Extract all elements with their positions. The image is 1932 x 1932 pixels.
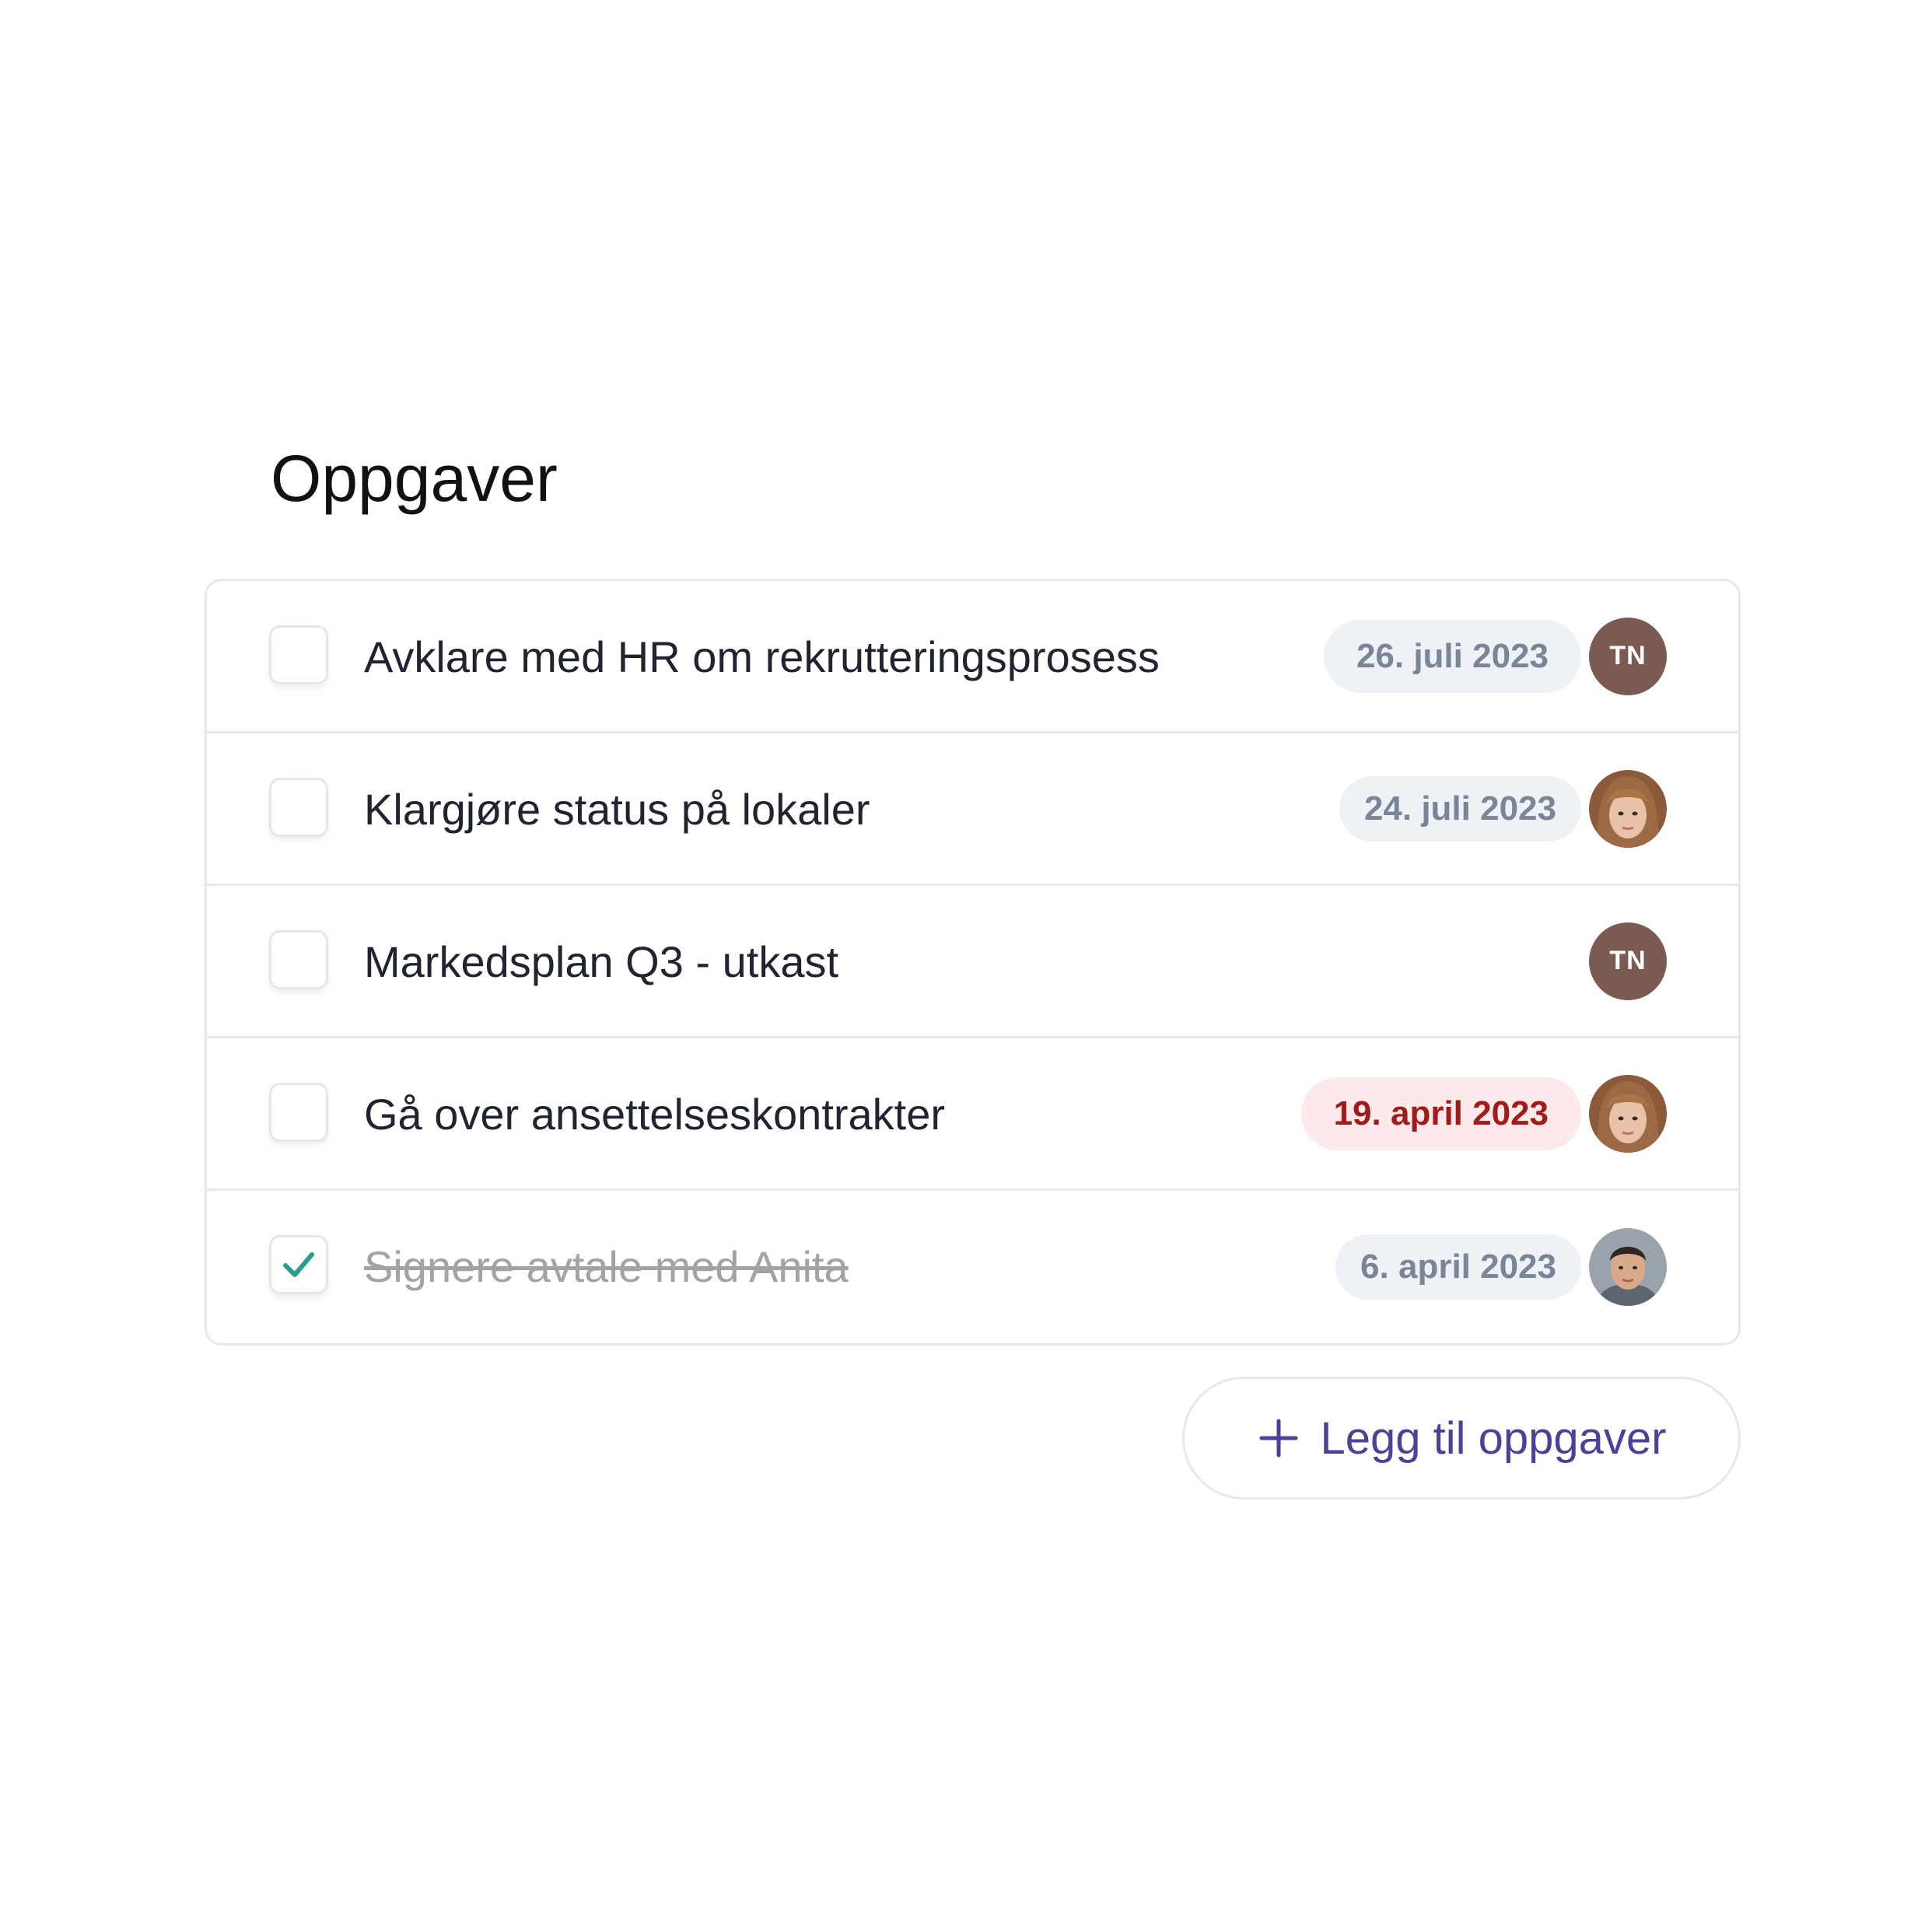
assignee-avatar[interactable]: TN (1589, 617, 1667, 695)
task-label: Markedsplan Q3 - utkast (364, 937, 839, 986)
assignee-avatar[interactable] (1589, 769, 1667, 848)
due-date-badge: 26. juli 2023 (1323, 619, 1581, 693)
task-label: Avklare med HR om rekrutteringsprosess (364, 632, 1160, 681)
checkmark-icon (283, 1252, 314, 1277)
task-checkbox-checked[interactable] (269, 1235, 328, 1294)
task-label: Signere avtale med Anita (364, 1242, 849, 1291)
task-label: Gå over ansettelseskontrakter (364, 1090, 946, 1139)
task-checkbox[interactable] (269, 930, 328, 989)
due-date-badge: 24. juli 2023 (1339, 775, 1581, 842)
task-list: Avklare med HR om rekrutteringsprosess 2… (205, 579, 1741, 1346)
overdue-date-badge: 19. april 2023 (1300, 1076, 1581, 1150)
man-avatar-photo (1589, 1228, 1667, 1306)
add-task-button[interactable]: Legg til oppgaver (1182, 1377, 1741, 1500)
due-date-badge: 6. april 2023 (1335, 1234, 1581, 1300)
assignee-avatar[interactable] (1589, 1228, 1667, 1306)
add-task-label: Legg til oppgaver (1320, 1412, 1667, 1464)
assignee-avatar[interactable]: TN (1589, 922, 1667, 1000)
task-row: Klargjøre status på lokaler 24. juli 202… (207, 733, 1738, 886)
task-checkbox[interactable] (269, 625, 328, 684)
plus-icon (1259, 1419, 1297, 1458)
page-title: Oppgaver (271, 442, 558, 515)
task-checkbox[interactable] (269, 778, 328, 837)
task-checkbox[interactable] (269, 1083, 328, 1142)
woman-avatar-photo (1589, 769, 1667, 848)
task-row: Avklare med HR om rekrutteringsprosess 2… (207, 581, 1738, 733)
woman-avatar-photo (1589, 1074, 1667, 1153)
task-row: Markedsplan Q3 - utkast TN (207, 886, 1738, 1038)
task-label: Klargjøre status på lokaler (364, 785, 870, 834)
task-row: Signere avtale med Anita 6. april 2023 (207, 1191, 1738, 1343)
assignee-avatar[interactable] (1589, 1074, 1667, 1153)
task-row: Gå over ansettelseskontrakter 19. april … (207, 1038, 1738, 1191)
